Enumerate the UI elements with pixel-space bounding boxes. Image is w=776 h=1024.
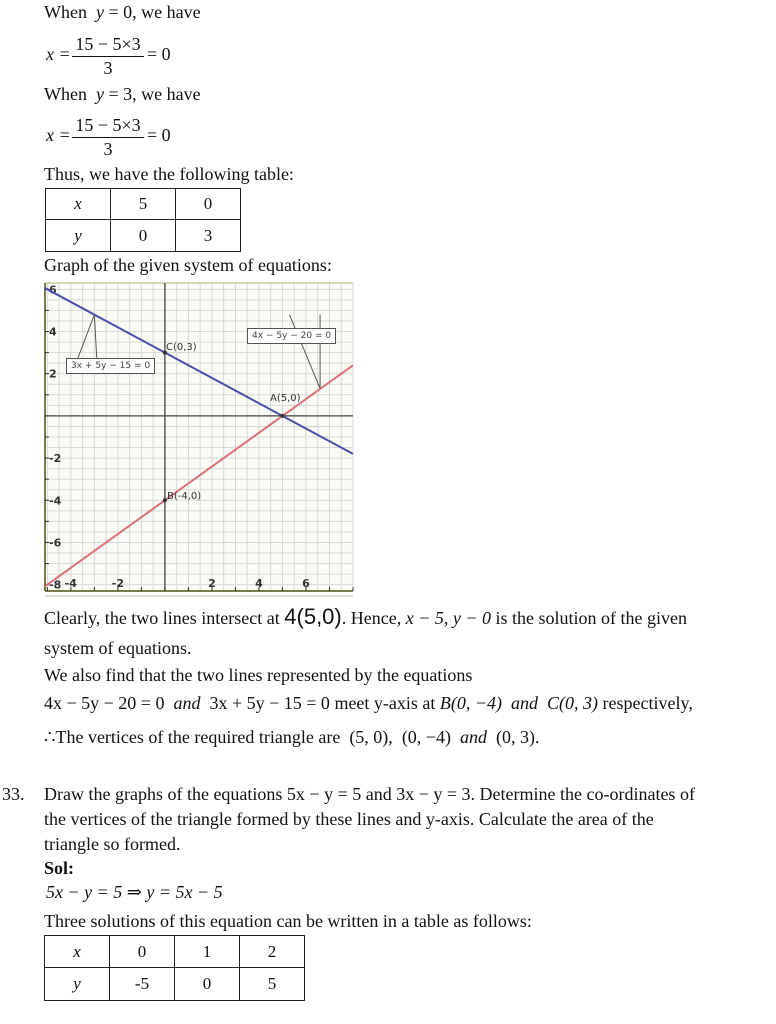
text: is the solution of the given (495, 608, 687, 628)
question-line-3: triangle so formed. (44, 834, 181, 854)
also-line-2: 4x − 5y − 20 = 0 and 3x + 5y − 15 = 0 me… (44, 693, 693, 714)
table-cell: 0 (110, 219, 176, 252)
text: When (44, 84, 87, 104)
point-b: B(0, −4) (439, 693, 503, 713)
x-tick-label: 2 (208, 577, 216, 590)
when-y3-line: When y = 3, we have (44, 84, 201, 105)
frac2-rhs: = 0 (147, 125, 171, 145)
text: The vertices of the required triangle ar… (55, 727, 341, 747)
text: . Hence, (341, 608, 402, 628)
table-head: y (45, 219, 111, 252)
equation: 4x − 5y − 20 = 0 (44, 693, 165, 713)
table-cell: -5 (109, 967, 175, 1001)
table-cell: 5 (239, 967, 305, 1001)
point-c: C(0, 3) (547, 693, 599, 713)
x-tick-label: -4 (65, 577, 78, 590)
table-row: x 0 1 2 (44, 935, 305, 968)
question-line-2: the vertices of the triangle formed by t… (44, 809, 654, 829)
intersection-point: 4(5,0) (284, 604, 342, 629)
x-tick-label: 6 (302, 577, 310, 590)
numerator: 15 − 5×3 (75, 115, 141, 135)
thus-text: Thus, we have the following table: (44, 164, 294, 184)
conclusion-line-1: Clearly, the two lines intersect at 4(5,… (44, 604, 687, 630)
y-tick-label: -8 (49, 579, 61, 592)
therefore-symbol: ∴ (44, 727, 56, 747)
vertex: (0, −4) (401, 727, 451, 747)
fraction-1: 15 − 5×3 3 (72, 34, 144, 80)
text: respectively, (602, 693, 693, 713)
y-tick-label: -4 (49, 494, 62, 507)
callout-line2: 4x − 5y − 20 = 0 (247, 328, 337, 344)
denominator: 3 (103, 139, 113, 159)
also-line-1: We also find that the two lines represen… (44, 665, 473, 685)
callout-line1: 3x + 5y − 15 = 0 (66, 358, 156, 374)
data-point (280, 413, 285, 418)
x-tick-label: -2 (112, 577, 124, 590)
x-tick-label: 4 (255, 577, 263, 590)
also-line-3: ∴The vertices of the required triangle a… (44, 727, 539, 748)
table-cell: 5 (110, 188, 176, 220)
numerator: 15 − 5×3 (75, 34, 141, 54)
fraction-2: 15 − 5×3 3 (72, 115, 144, 161)
text: = 3, we have (103, 84, 201, 104)
frac2-lhs: x = (46, 125, 71, 145)
y-tick-label: 2 (49, 368, 57, 381)
text: and (173, 693, 201, 713)
table-cell: 1 (174, 935, 240, 968)
table-head: y (44, 967, 110, 1001)
frac1-lhs: x = (46, 44, 71, 64)
equation: 3x + 5y − 15 = 0 (209, 693, 330, 713)
y-tick-label: 4 (49, 326, 57, 339)
values-table-2: x 0 1 2 y -5 0 5 (44, 935, 305, 1001)
text: and (511, 693, 539, 713)
y-tick-label: -2 (49, 452, 61, 465)
frac1-rhs: = 0 (147, 44, 171, 64)
conclusion-line-2: system of equations. (44, 638, 192, 658)
text: and (459, 727, 487, 747)
vertex: (0, 3). (495, 727, 540, 747)
fraction-bar (72, 56, 144, 57)
text: meet y-axis at (334, 693, 436, 713)
denominator: 3 (103, 58, 113, 78)
table-cell: 3 (175, 219, 241, 252)
table-head: x (44, 935, 110, 968)
graph: 6 4 2 -2 -4 -6 -8 -4 -2 2 4 6 3x + 5y − 15 = 0 4x −… (33, 281, 355, 599)
fraction-bar (72, 137, 144, 138)
table-cell: 0 (175, 188, 241, 220)
graph-caption: Graph of the given system of equations: (44, 255, 332, 275)
var: y (95, 84, 104, 104)
y-tick-label: -6 (49, 536, 62, 549)
text: = 0, we have (103, 2, 201, 22)
three-solutions-text: Three solutions of this equation can be … (44, 911, 532, 931)
table-row: y -5 0 5 (44, 967, 305, 1001)
table-row: y 0 3 (45, 219, 241, 252)
when-y0-line: When y = 0, we have (44, 2, 201, 23)
sol-equation: 5x − y = 5 ⇒ y = 5x − 5 (46, 882, 223, 902)
table-cell: 0 (174, 967, 240, 1001)
point-label-a: A(5,0) (270, 393, 301, 404)
question-line-1: Draw the graphs of the equations 5x − y … (44, 784, 695, 804)
vertex: (5, 0), (349, 727, 393, 747)
var: y (95, 2, 104, 22)
solution: x − 5, y − 0 (405, 608, 491, 628)
point-label-c: C(0,3) (166, 342, 197, 353)
sol-heading: Sol: (44, 858, 75, 878)
values-table-1: x 5 0 y 0 3 (45, 188, 241, 252)
table-cell: 2 (239, 935, 305, 968)
question-number: 33. (2, 784, 25, 804)
text: Clearly, the two lines intersect at (44, 608, 280, 628)
text: When (44, 2, 87, 22)
table-head: x (45, 188, 111, 220)
table-row: x 5 0 (45, 188, 241, 220)
point-label-b: B(-4,0) (167, 491, 202, 502)
table-cell: 0 (109, 935, 175, 968)
